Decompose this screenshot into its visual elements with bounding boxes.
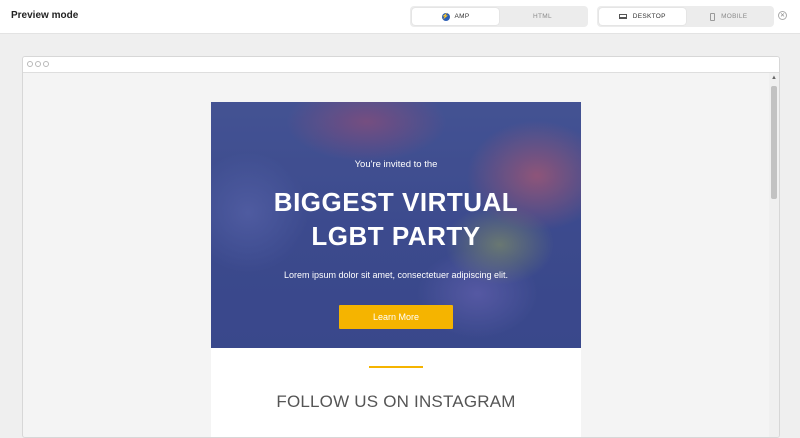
- scrollbar[interactable]: ▲: [769, 73, 779, 437]
- scrollbar-thumb[interactable]: [771, 86, 777, 199]
- tab-mobile[interactable]: MOBILE: [686, 8, 773, 25]
- laptop-icon: [618, 14, 627, 19]
- scroll-up-icon[interactable]: ▲: [771, 75, 777, 81]
- hero-invite-text: You're invited to the: [354, 159, 438, 170]
- tab-html-label: HTML: [533, 13, 552, 20]
- hero-body-text: Lorem ipsum dolor sit amet, consectetuer…: [283, 270, 509, 280]
- device-toggle: DESKTOP MOBILE: [597, 6, 774, 27]
- tab-desktop-label: DESKTOP: [632, 13, 666, 20]
- section-divider: [369, 366, 423, 368]
- browser-frame: ▲ You're invited to the BIGGEST VIRTUAL …: [22, 56, 780, 438]
- email-preview: You're invited to the BIGGEST VIRTUAL LG…: [211, 102, 581, 437]
- amp-icon: ⚡: [441, 12, 450, 21]
- close-icon[interactable]: ✕: [778, 11, 787, 20]
- window-dot-icon: [43, 61, 49, 67]
- page-title: Preview mode: [11, 10, 79, 21]
- mode-toggle: ⚡ AMP HTML: [410, 6, 588, 27]
- tab-desktop[interactable]: DESKTOP: [599, 8, 686, 25]
- hero-headline-line1: BIGGEST VIRTUAL: [273, 187, 519, 217]
- hero-banner: You're invited to the BIGGEST VIRTUAL LG…: [211, 102, 581, 348]
- tab-amp[interactable]: ⚡ AMP: [412, 8, 499, 25]
- tab-mobile-label: MOBILE: [721, 13, 748, 20]
- hero-headline-line2: LGBT PARTY: [311, 221, 481, 251]
- tab-amp-label: AMP: [454, 13, 470, 20]
- window-dot-icon: [27, 61, 33, 67]
- browser-title-bar: [23, 57, 779, 73]
- learn-more-button[interactable]: Learn More: [339, 305, 453, 329]
- phone-icon: [710, 12, 716, 21]
- hero-content: You're invited to the BIGGEST VIRTUAL LG…: [211, 102, 581, 348]
- hero-headline: BIGGEST VIRTUAL LGBT PARTY: [211, 185, 581, 253]
- tab-html[interactable]: HTML: [499, 8, 586, 25]
- top-bar: Preview mode ⚡ AMP HTML DESKTOP MOBILE ✕: [0, 0, 800, 34]
- window-dot-icon: [35, 61, 41, 67]
- instagram-section-title: FOLLOW US ON INSTAGRAM: [276, 392, 516, 411]
